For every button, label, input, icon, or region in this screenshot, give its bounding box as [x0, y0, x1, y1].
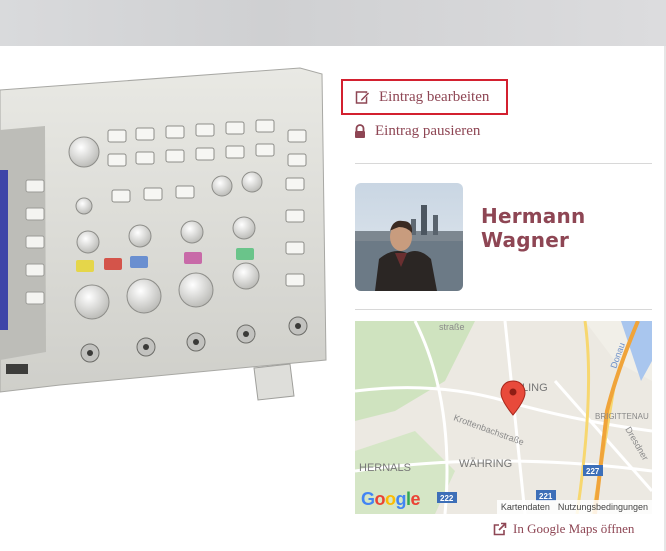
route-222: 222	[440, 494, 454, 503]
divider	[355, 163, 652, 164]
map-label-waehring: WÄHRING	[459, 458, 512, 470]
avatar[interactable]	[355, 183, 463, 291]
edit-entry-link[interactable]: Eintrag bearbeiten	[341, 79, 508, 115]
map-widget[interactable]: straße Krottenbachstraße Donau Dresdner …	[355, 321, 652, 514]
product-image	[0, 67, 327, 401]
map-label-hernals: HERNALS	[359, 462, 411, 474]
external-link-icon	[493, 522, 507, 536]
map-data-link[interactable]: Kartendaten	[497, 502, 554, 512]
pause-entry-link[interactable]: Eintrag pausieren	[353, 121, 480, 141]
avatar-photo	[355, 183, 463, 291]
map-tiles: straße Krottenbachstraße Donau Dresdner …	[355, 321, 652, 514]
open-google-maps-label: In Google Maps öffnen	[513, 521, 635, 536]
map-footer: Kartendaten Nutzungsbedingungen	[496, 500, 652, 514]
lock-icon	[355, 123, 365, 138]
top-banner	[0, 0, 666, 46]
map-label-street-top: straße	[439, 322, 465, 332]
edit-icon	[355, 91, 370, 104]
map-label-ling: LING	[522, 382, 548, 394]
edit-entry-label: Eintrag bearbeiten	[379, 88, 490, 105]
open-google-maps-link[interactable]: In Google Maps öffnen	[493, 521, 634, 537]
route-227: 227	[586, 467, 600, 476]
profile-name[interactable]: Hermann Wagner	[481, 204, 666, 252]
google-logo: Google	[361, 489, 421, 509]
map-terms-link[interactable]: Nutzungsbedingungen	[554, 502, 652, 512]
divider	[355, 309, 652, 310]
map-label-brigittenau: BRIGITTENAU	[595, 412, 649, 421]
pause-entry-label: Eintrag pausieren	[375, 122, 481, 139]
